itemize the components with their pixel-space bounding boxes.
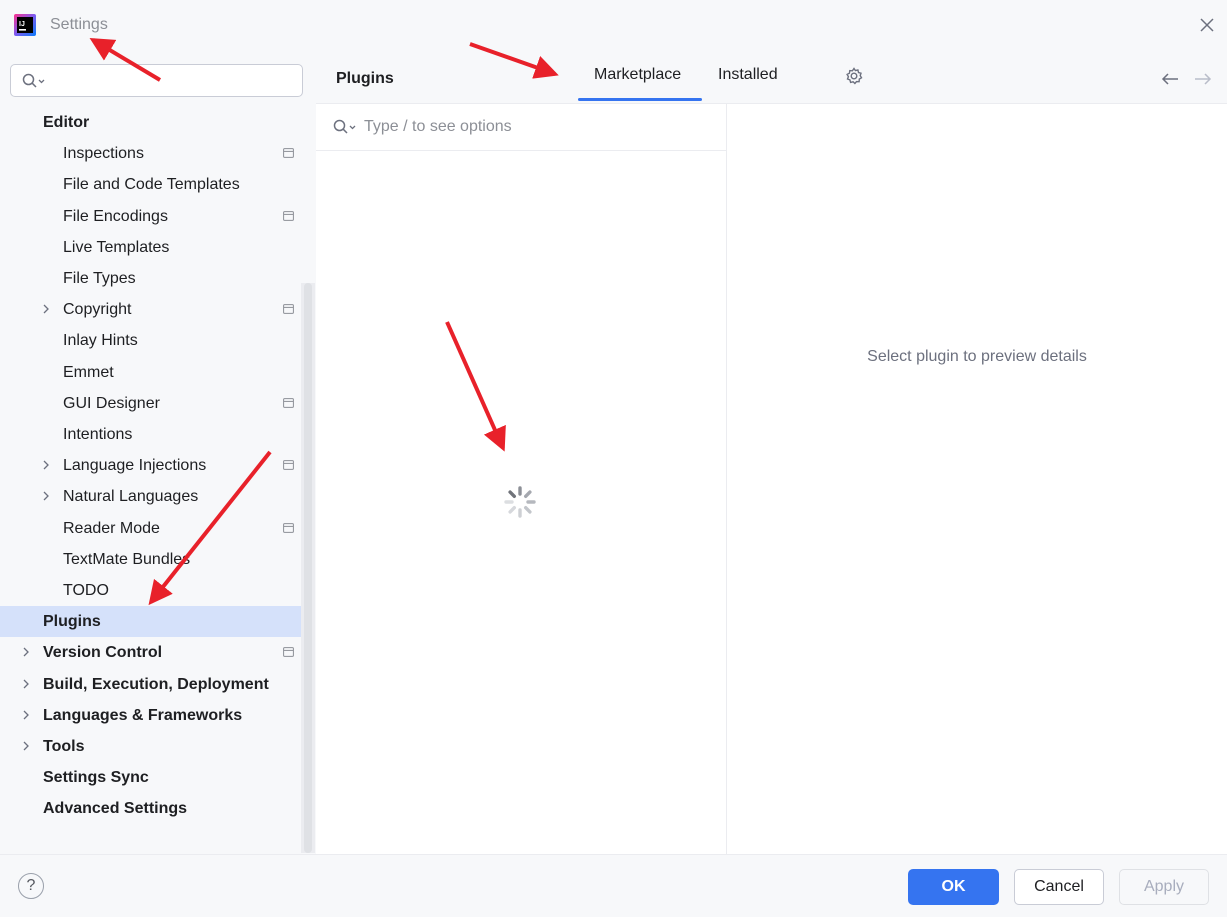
sidebar-item-label: Tools — [43, 738, 85, 755]
loading-spinner-icon — [504, 486, 536, 518]
plugins-panel: Plugins Marketplace Installed Type / to … — [316, 50, 1227, 854]
project-scope-icon — [283, 523, 294, 533]
chevron-right-icon[interactable] — [21, 741, 31, 751]
sidebar-item-label: GUI Designer — [63, 395, 160, 412]
sidebar-item-emmet[interactable]: Emmet — [0, 357, 316, 388]
sidebar-item-natural-languages[interactable]: Natural Languages — [0, 481, 316, 512]
sidebar-item-copyright[interactable]: Copyright — [0, 294, 316, 325]
sidebar-item-label: File Types — [63, 270, 136, 287]
sidebar-item-label: Version Control — [43, 644, 163, 661]
sidebar-search-input[interactable] — [10, 64, 303, 97]
sidebar-item-label: Editor — [43, 114, 90, 131]
sidebar-item-label: TODO — [63, 582, 109, 599]
sidebar-item-build-execution-deployment[interactable]: Build, Execution, Deployment — [0, 669, 316, 700]
sidebar-item-inspections[interactable]: Inspections — [0, 138, 316, 169]
project-scope-icon — [283, 398, 294, 408]
svg-text:IJ: IJ — [19, 21, 25, 28]
ok-button[interactable]: OK — [908, 869, 999, 905]
sidebar-item-advanced-settings[interactable]: Advanced Settings — [0, 793, 316, 824]
title-bar: IJ Settings — [0, 0, 1227, 50]
chevron-right-icon[interactable] — [21, 647, 31, 657]
close-icon[interactable] — [1196, 14, 1218, 36]
sidebar-item-label: Language Injections — [63, 457, 207, 474]
project-scope-icon — [283, 148, 294, 158]
sidebar-item-gui-designer[interactable]: GUI Designer — [0, 388, 316, 419]
sidebar-item-label: Natural Languages — [63, 488, 199, 505]
scrollbar-thumb[interactable] — [304, 283, 312, 853]
sidebar-item-editor[interactable]: Editor — [0, 107, 316, 138]
plugin-list-pane: Type / to see options — [316, 104, 727, 854]
sidebar-item-label: File Encodings — [63, 208, 168, 225]
sidebar-item-live-templates[interactable]: Live Templates — [0, 232, 316, 263]
gear-icon[interactable] — [844, 66, 864, 86]
chevron-right-icon[interactable] — [21, 710, 31, 720]
sidebar-item-label: TextMate Bundles — [63, 551, 191, 568]
sidebar-item-label: Build, Execution, Deployment — [43, 676, 269, 693]
sidebar-item-textmate-bundles[interactable]: TextMate Bundles — [0, 544, 316, 575]
window-title: Settings — [50, 16, 108, 33]
sidebar-item-todo[interactable]: TODO — [0, 575, 316, 606]
arrow-left-icon[interactable] — [1161, 72, 1179, 86]
sidebar-item-label: Copyright — [63, 301, 132, 318]
sidebar-item-intentions[interactable]: Intentions — [0, 419, 316, 450]
settings-sidebar: Editor Inspections File and Code Templates… — [0, 50, 316, 854]
sidebar-item-label: Advanced Settings — [43, 800, 188, 817]
plugins-header: Plugins Marketplace Installed — [316, 50, 1227, 104]
sidebar-item-file-and-code-templates[interactable]: File and Code Templates — [0, 169, 316, 200]
search-icon — [22, 73, 45, 88]
sidebar-item-file-types[interactable]: File Types — [0, 263, 316, 294]
search-placeholder: Type / to see options — [364, 118, 512, 135]
tab-marketplace[interactable]: Marketplace — [594, 66, 681, 84]
chevron-right-icon[interactable] — [41, 304, 51, 314]
search-icon — [333, 119, 356, 134]
project-scope-icon — [283, 211, 294, 221]
project-scope-icon — [283, 460, 294, 470]
project-scope-icon — [283, 304, 294, 314]
sidebar-item-file-encodings[interactable]: File Encodings — [0, 201, 316, 232]
sidebar-item-settings-sync[interactable]: Settings Sync — [0, 762, 316, 793]
help-icon[interactable]: ? — [18, 873, 44, 899]
sidebar-item-label: Reader Mode — [63, 520, 160, 537]
dialog-footer: ? OK Cancel Apply — [0, 854, 1227, 917]
project-scope-icon — [283, 647, 294, 657]
sidebar-item-label: Emmet — [63, 364, 114, 381]
plugin-preview-pane: Select plugin to preview details — [727, 104, 1227, 854]
sidebar-item-label: Live Templates — [63, 239, 170, 256]
cancel-button[interactable]: Cancel — [1014, 869, 1104, 905]
sidebar-item-plugins[interactable]: Plugins — [0, 606, 315, 637]
sidebar-item-inlay-hints[interactable]: Inlay Hints — [0, 325, 316, 356]
chevron-right-icon[interactable] — [41, 460, 51, 470]
sidebar-item-reader-mode[interactable]: Reader Mode — [0, 513, 316, 544]
sidebar-item-label: Inspections — [63, 145, 144, 162]
sidebar-item-label: Languages & Frameworks — [43, 707, 243, 724]
page-title: Plugins — [336, 70, 394, 87]
chevron-right-icon[interactable] — [21, 679, 31, 689]
sidebar-item-version-control[interactable]: Version Control — [0, 637, 316, 668]
sidebar-item-label: Plugins — [43, 613, 101, 630]
intellij-idea-icon: IJ — [14, 14, 36, 36]
arrow-right-icon[interactable] — [1194, 72, 1212, 86]
sidebar-item-label: Settings Sync — [43, 769, 149, 786]
plugin-search-input[interactable]: Type / to see options — [316, 104, 726, 151]
chevron-right-icon[interactable] — [41, 491, 51, 501]
tab-installed[interactable]: Installed — [718, 66, 778, 84]
sidebar-item-label: File and Code Templates — [63, 176, 240, 193]
sidebar-item-tools[interactable]: Tools — [0, 731, 316, 762]
sidebar-item-label: Intentions — [63, 426, 133, 443]
sidebar-item-label: Inlay Hints — [63, 332, 138, 349]
sidebar-scrollbar[interactable] — [301, 283, 315, 853]
preview-empty-message: Select plugin to preview details — [867, 348, 1087, 365]
apply-button[interactable]: Apply — [1119, 869, 1209, 905]
active-tab-indicator — [578, 98, 702, 101]
sidebar-item-languages-frameworks[interactable]: Languages & Frameworks — [0, 700, 316, 731]
sidebar-item-language-injections[interactable]: Language Injections — [0, 450, 316, 481]
